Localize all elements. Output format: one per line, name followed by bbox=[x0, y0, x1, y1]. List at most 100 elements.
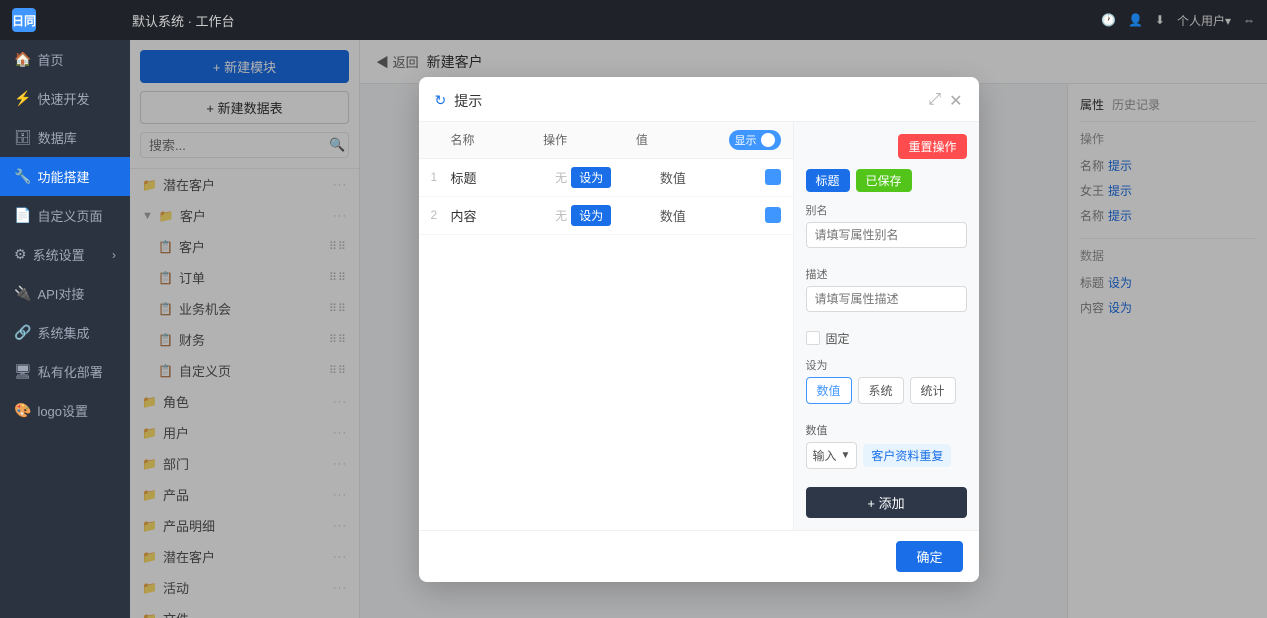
saved-badge: 已保存 bbox=[856, 169, 912, 192]
refresh-icon: ↻ bbox=[435, 92, 447, 109]
col-val: 值 bbox=[636, 131, 729, 148]
op-none-1: 无 bbox=[555, 169, 567, 186]
topbar: 日同 默认系统 · 工作台 🕐 👤 ⬇ 个人用户▾ ⇔ bbox=[0, 0, 1267, 40]
sidebar-item-custom-pages[interactable]: 📄 自定义页面 bbox=[0, 196, 130, 235]
dialog: ↻ 提示 ⤢ ✕ 名称 操作 值 显示 bbox=[419, 77, 979, 582]
close-icon[interactable]: ✕ bbox=[949, 91, 962, 111]
alias-input[interactable] bbox=[806, 222, 967, 248]
quick-dev-icon: ⚡ bbox=[14, 90, 31, 107]
desc-label: 描述 bbox=[806, 266, 967, 282]
dialog-header: ↻ 提示 ⤢ ✕ bbox=[419, 77, 979, 122]
reset-button[interactable]: 重置操作 bbox=[898, 134, 966, 159]
expand-icon[interactable]: ⇔ bbox=[1243, 13, 1255, 27]
op-none-2: 无 bbox=[555, 207, 567, 224]
row-dot-2 bbox=[765, 207, 781, 223]
set-as-system-btn[interactable]: 系统 bbox=[858, 377, 904, 404]
row-val-2: 数值 bbox=[660, 206, 765, 225]
row-op-1: 无 设为 bbox=[555, 167, 660, 188]
add-button[interactable]: + 添加 bbox=[806, 487, 967, 518]
sidebar-item-label: 私有化部署 bbox=[38, 362, 103, 381]
sidebar-item-label: API对接 bbox=[37, 284, 84, 303]
custom-pages-icon: 📄 bbox=[14, 207, 31, 224]
integration-icon: 🔗 bbox=[14, 324, 31, 341]
sidebar-item-settings[interactable]: ⚙ 系统设置 › bbox=[0, 235, 130, 274]
features-icon: 🔧 bbox=[14, 168, 31, 185]
personal-user-label[interactable]: 个人用户▾ bbox=[1177, 12, 1231, 29]
chevron-down-icon: ▼ bbox=[841, 450, 851, 461]
value-type-label: 输入 bbox=[813, 447, 837, 464]
set-as-value-btn[interactable]: 数值 bbox=[806, 377, 852, 404]
table-row: 2 内容 无 设为 数值 bbox=[419, 197, 793, 235]
value-tag: 客户资料重复 bbox=[863, 444, 951, 467]
desc-input[interactable] bbox=[806, 286, 967, 312]
row-num-2: 2 bbox=[431, 208, 451, 222]
row-name-2: 内容 bbox=[451, 206, 556, 225]
toggle-label: 显示 bbox=[735, 132, 757, 148]
col-op: 操作 bbox=[543, 131, 636, 148]
row-num-1: 1 bbox=[431, 170, 451, 184]
logo-settings-icon: 🎨 bbox=[14, 402, 31, 419]
download-icon[interactable]: ⬇ bbox=[1155, 13, 1165, 27]
toggle-dot bbox=[761, 133, 775, 147]
sidebar-item-home[interactable]: 🏠 首页 bbox=[0, 40, 130, 79]
confirm-button[interactable]: 确定 bbox=[896, 541, 962, 572]
set-as-label: 设为 bbox=[806, 357, 967, 373]
table-row: 1 标题 无 设为 数值 bbox=[419, 159, 793, 197]
fixed-row: 固定 bbox=[806, 330, 967, 347]
deploy-icon: 🖥 bbox=[14, 363, 32, 380]
set-as-section: 设为 数值 系统 统计 bbox=[806, 357, 967, 404]
expand-dialog-icon[interactable]: ⤢ bbox=[928, 91, 941, 111]
sidebar-item-private-deploy[interactable]: 🖥 私有化部署 bbox=[0, 352, 130, 391]
sidebar-item-label: 功能搭建 bbox=[37, 167, 89, 186]
dialog-table-area: 名称 操作 值 显示 1 标题 无 设为 数值 bbox=[419, 122, 794, 530]
fixed-checkbox[interactable] bbox=[806, 331, 820, 345]
logo: 日同 bbox=[12, 8, 72, 32]
col-name: 名称 bbox=[451, 131, 544, 148]
overlay: ↻ 提示 ⤢ ✕ 名称 操作 值 显示 bbox=[130, 40, 1267, 618]
reset-row: 重置操作 bbox=[806, 134, 967, 159]
value-label: 数值 bbox=[806, 422, 967, 438]
current-field-tag: 标题 bbox=[806, 169, 850, 192]
dialog-body: 名称 操作 值 显示 1 标题 无 设为 数值 bbox=[419, 122, 979, 530]
user-icon[interactable]: 👤 bbox=[1128, 13, 1143, 27]
toggle-display-button[interactable]: 显示 bbox=[729, 130, 781, 150]
logo-icon: 日同 bbox=[12, 8, 36, 32]
database-icon: 🗄 bbox=[14, 129, 32, 146]
set-as-group: 数值 系统 统计 bbox=[806, 377, 967, 404]
row-name-1: 标题 bbox=[451, 168, 556, 187]
config-tag-row: 标题 已保存 bbox=[806, 169, 967, 192]
value-section: 数值 输入 ▼ 客户资料重复 bbox=[806, 422, 967, 469]
dialog-title: 提示 bbox=[454, 91, 482, 111]
value-type-select[interactable]: 输入 ▼ bbox=[806, 442, 858, 469]
fixed-label: 固定 bbox=[826, 330, 850, 347]
dialog-footer: 确定 bbox=[419, 530, 979, 582]
dialog-config-area: 重置操作 标题 已保存 别名 描述 bbox=[794, 122, 979, 530]
sidebar-item-label: logo设置 bbox=[37, 401, 88, 420]
sidebar-item-label: 首页 bbox=[37, 50, 63, 69]
sidebar-item-database[interactable]: 🗄 数据库 bbox=[0, 118, 130, 157]
alias-section: 别名 bbox=[806, 202, 967, 248]
home-icon: 🏠 bbox=[14, 51, 31, 68]
clock-icon[interactable]: 🕐 bbox=[1101, 13, 1116, 27]
sidebar-item-label: 自定义页面 bbox=[37, 206, 102, 225]
sidebar-item-logo[interactable]: 🎨 logo设置 bbox=[0, 391, 130, 430]
sidebar-item-label: 系统集成 bbox=[37, 323, 89, 342]
set-btn-2[interactable]: 设为 bbox=[571, 205, 611, 226]
row-op-2: 无 设为 bbox=[555, 205, 660, 226]
set-as-stats-btn[interactable]: 统计 bbox=[910, 377, 956, 404]
expand-arrow: › bbox=[112, 248, 116, 262]
sidebar: 🏠 首页 ⚡ 快速开发 🗄 数据库 🔧 功能搭建 📄 自定义页面 ⚙ 系统设置 … bbox=[0, 40, 130, 618]
sidebar-item-quickdev[interactable]: ⚡ 快速开发 bbox=[0, 79, 130, 118]
topbar-title: 默认系统 · 工作台 bbox=[132, 11, 1101, 30]
alias-label: 别名 bbox=[806, 202, 967, 218]
dot-indicator-1 bbox=[765, 169, 781, 185]
row-val-1: 数值 bbox=[660, 168, 765, 187]
dialog-controls: ⤢ ✕ bbox=[928, 91, 962, 111]
sidebar-item-features[interactable]: 🔧 功能搭建 bbox=[0, 157, 130, 196]
row-dot-1 bbox=[765, 169, 781, 185]
api-icon: 🔌 bbox=[14, 285, 31, 302]
sidebar-item-label: 数据库 bbox=[38, 128, 77, 147]
sidebar-item-api[interactable]: 🔌 API对接 bbox=[0, 274, 130, 313]
sidebar-item-integration[interactable]: 🔗 系统集成 bbox=[0, 313, 130, 352]
set-btn-1[interactable]: 设为 bbox=[571, 167, 611, 188]
